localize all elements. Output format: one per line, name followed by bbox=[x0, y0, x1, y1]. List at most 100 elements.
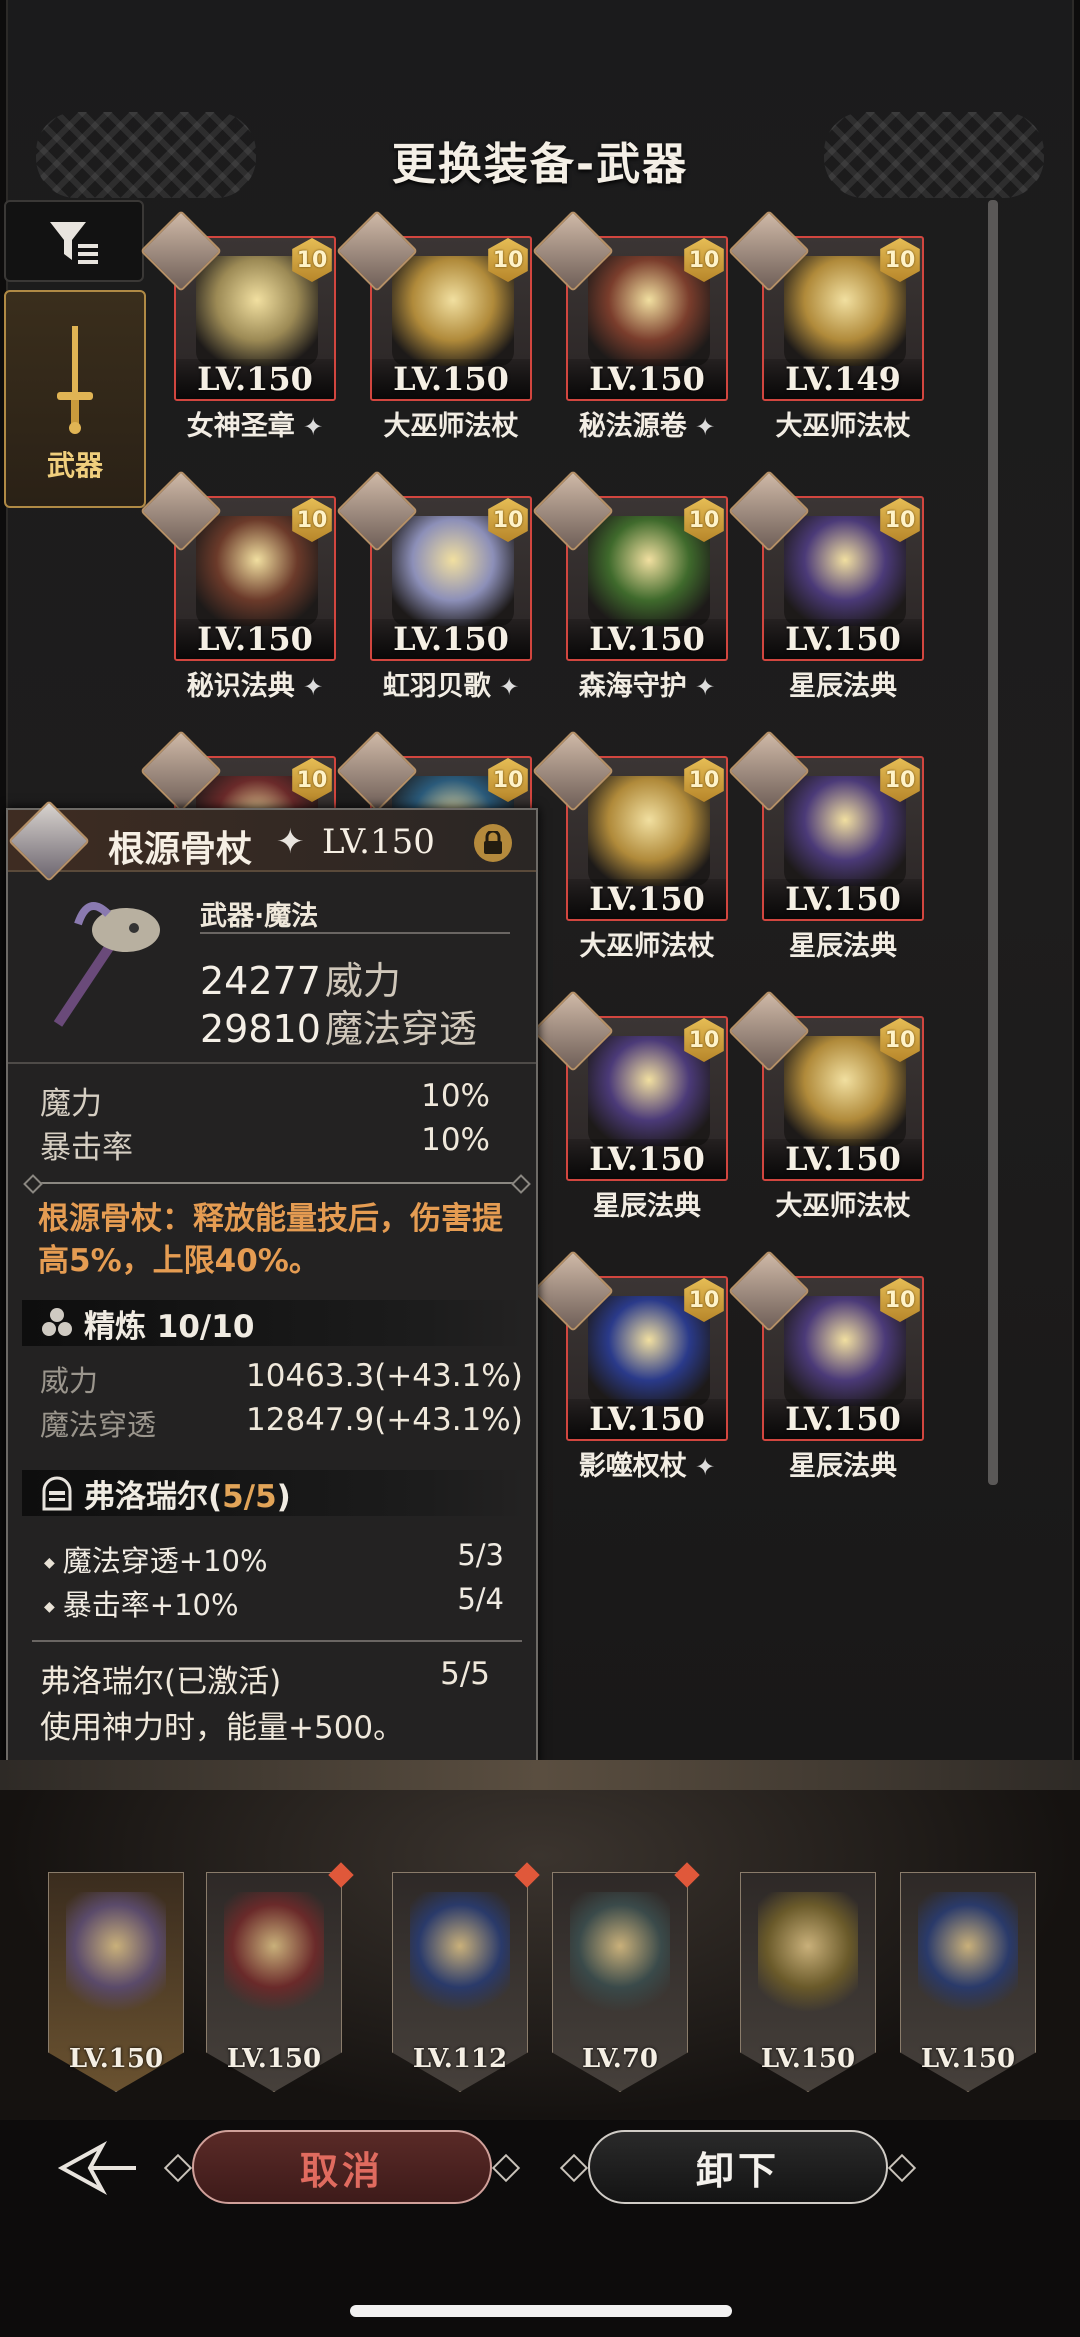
detail-item-name: 根源骨杖 bbox=[108, 829, 253, 870]
refine-badge: 10 bbox=[678, 234, 730, 286]
set-active-value: 5/5 bbox=[440, 1656, 490, 1692]
star-icon: ✦ bbox=[490, 673, 520, 701]
refine-badge-value: 10 bbox=[688, 767, 720, 793]
weapon-card[interactable]: LV.150 10 大巫师法杖 bbox=[531, 729, 730, 962]
weapon-name-text: 森海守护 bbox=[578, 671, 687, 702]
weapon-card[interactable]: LV.150 10 秘法源卷 ✦ bbox=[531, 209, 730, 442]
item-detail-popup: 根源骨杖 ✦ LV.150 武器·魔法 24277 威力 29810 魔法穿透 魔力… bbox=[6, 799, 538, 1766]
filter-button[interactable] bbox=[4, 200, 144, 282]
refine-badge: 10 bbox=[286, 754, 338, 806]
equipment-slot[interactable]: LV.112 bbox=[392, 1862, 540, 2092]
refine-badge-value: 10 bbox=[492, 247, 524, 273]
detail-item-level: LV.150 bbox=[322, 822, 435, 862]
weapon-name-text: 女神圣章 bbox=[186, 411, 295, 442]
ornament-icon bbox=[887, 2153, 917, 2183]
weapon-name-text: 星辰法典 bbox=[789, 671, 897, 702]
set-name: 弗洛瑞尔( bbox=[84, 1478, 223, 1515]
equipment-slot[interactable]: LV.150 bbox=[206, 1862, 354, 2092]
weapon-level: LV.150 bbox=[568, 1139, 726, 1179]
weapon-level: LV.150 bbox=[176, 619, 334, 659]
attr-row: 暴击率 10% bbox=[40, 1122, 490, 1167]
tab-weapon-label: 武器 bbox=[46, 449, 103, 482]
refine-stat-row: 威力 10463.3(+43.1%) bbox=[40, 1358, 523, 1400]
ornament-icon bbox=[163, 2153, 193, 2183]
back-button[interactable] bbox=[52, 2138, 142, 2198]
weapon-name: 大巫师法杖 bbox=[350, 404, 552, 443]
lock-button[interactable] bbox=[474, 824, 512, 862]
weapon-card[interactable]: LV.150 10 星辰法典 bbox=[727, 469, 926, 702]
weapon-name: 秘法源卷 ✦ bbox=[546, 404, 748, 443]
tab-weapon[interactable]: 武器 bbox=[4, 290, 146, 508]
item-type: 武器·魔法 bbox=[200, 901, 319, 932]
attr-label: 暴击率 bbox=[40, 1130, 133, 1166]
weapon-level: LV.150 bbox=[372, 619, 530, 659]
equipment-slot[interactable]: LV.150 bbox=[900, 1872, 1036, 2092]
weapon-name-text: 秘法源卷 bbox=[578, 411, 687, 442]
refine-badge-value: 10 bbox=[884, 1287, 916, 1313]
weapon-card[interactable]: LV.150 10 虹羽贝歌 ✦ bbox=[335, 469, 532, 702]
weapon-card[interactable]: LV.149 10 大巫师法杖 bbox=[727, 209, 926, 442]
refine-badge: 10 bbox=[678, 494, 730, 546]
weapon-name: 大巫师法杖 bbox=[742, 404, 944, 443]
bone-staff-image bbox=[53, 902, 160, 1027]
weapon-level: LV.150 bbox=[568, 359, 726, 399]
type-divider bbox=[200, 932, 510, 934]
weapon-card[interactable]: LV.150 10 森海守护 ✦ bbox=[531, 469, 730, 702]
weapon-level: LV.150 bbox=[764, 879, 922, 919]
set-header: 弗洛瑞尔(5/5) bbox=[22, 1470, 526, 1516]
set-bonus-label: 魔法穿透+10% bbox=[44, 1538, 268, 1580]
refine-badge-value: 10 bbox=[884, 1027, 916, 1053]
equipment-slot[interactable]: LV.150 bbox=[48, 1872, 184, 2092]
home-indicator[interactable] bbox=[350, 2305, 732, 2317]
power-value: 24277 bbox=[200, 959, 321, 1003]
refine-badge: 10 bbox=[482, 234, 534, 286]
refine-badge: 10 bbox=[678, 1274, 730, 1326]
weapon-card[interactable]: LV.150 10 星辰法典 bbox=[727, 729, 924, 962]
equipment-image bbox=[758, 1892, 858, 2012]
equipment-level: LV.150 bbox=[226, 2044, 322, 2074]
refine-badge-value: 10 bbox=[296, 247, 328, 273]
refine-label: 精炼 10/10 bbox=[84, 1308, 255, 1345]
set-bonus-row: 魔法穿透+10% 5/3 bbox=[44, 1538, 504, 1580]
set-title: 弗洛瑞尔(5/5) bbox=[84, 1471, 291, 1516]
scrollbar[interactable] bbox=[988, 200, 998, 1485]
set-bonus-value: 5/4 bbox=[457, 1582, 504, 1616]
equipment-image bbox=[410, 1892, 510, 2012]
weapon-name: 大巫师法杖 bbox=[742, 1184, 944, 1223]
weapon-card[interactable]: LV.150 10 星辰法典 bbox=[727, 1249, 924, 1482]
attr-value: 10% bbox=[421, 1122, 490, 1158]
weapon-level: LV.150 bbox=[764, 1139, 922, 1179]
star-icon: ✦ bbox=[294, 413, 324, 441]
panel-bottom-border bbox=[0, 1760, 1080, 1790]
refine-badge-value: 10 bbox=[884, 767, 916, 793]
weapon-level: LV.150 bbox=[764, 1399, 922, 1439]
refine-badge-value: 10 bbox=[884, 507, 916, 533]
weapon-card[interactable]: LV.150 10 女神圣章 ✦ bbox=[139, 209, 336, 442]
weapon-name-text: 星辰法典 bbox=[593, 1191, 701, 1222]
refine-badge: 10 bbox=[678, 754, 730, 806]
weapon-card[interactable]: LV.150 10 影噬权杖 ✦ bbox=[531, 1249, 730, 1482]
skill-description: 根源骨杖：释放能量技后，伤害提高5%，上限40%。 bbox=[38, 1201, 503, 1279]
weapon-card[interactable]: LV.150 10 大巫师法杖 bbox=[727, 989, 924, 1222]
refine-badge-value: 10 bbox=[492, 507, 524, 533]
refine-badge: 10 bbox=[874, 234, 926, 286]
unequip-label: 卸下 bbox=[695, 2148, 780, 2193]
equipment-image bbox=[918, 1892, 1018, 2012]
weapon-name-text: 大巫师法杖 bbox=[775, 411, 911, 442]
refine-badge: 10 bbox=[874, 494, 926, 546]
refine-badge-value: 10 bbox=[688, 1027, 720, 1053]
weapon-level: LV.150 bbox=[568, 619, 726, 659]
refine-icon bbox=[42, 1308, 72, 1336]
weapon-card[interactable]: LV.150 10 大巫师法杖 bbox=[335, 209, 534, 442]
weapon-name: 大巫师法杖 bbox=[546, 924, 748, 963]
refine-stat-label: 魔法穿透 bbox=[40, 1408, 157, 1442]
weapon-card[interactable]: LV.150 10 秘识法典 ✦ bbox=[139, 469, 336, 702]
equipment-slot[interactable]: LV.70 bbox=[552, 1862, 700, 2092]
equipment-slot[interactable]: LV.150 bbox=[740, 1872, 876, 2092]
unequip-button[interactable]: 卸下 bbox=[559, 2130, 917, 2204]
weapon-name-text: 虹羽贝歌 bbox=[382, 671, 491, 702]
weapon-level: LV.150 bbox=[176, 359, 334, 399]
weapon-card[interactable]: LV.150 10 星辰法典 bbox=[531, 989, 728, 1222]
weapon-level: LV.150 bbox=[764, 619, 922, 659]
cancel-button[interactable]: 取消 bbox=[163, 2130, 521, 2204]
